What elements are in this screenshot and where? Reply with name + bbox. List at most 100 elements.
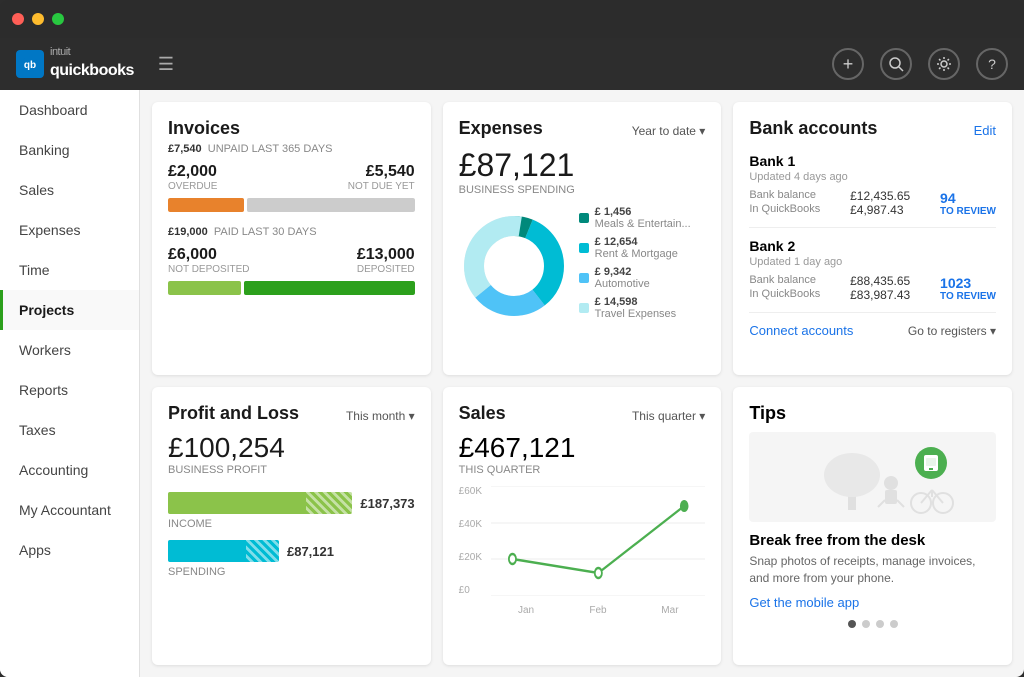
sidebar-item-reports[interactable]: Reports (0, 370, 139, 410)
tips-title: Tips (749, 403, 996, 424)
bar-deposited (244, 281, 415, 295)
sidebar-item-dashboard[interactable]: Dashboard (0, 90, 139, 130)
bank-accounts-card: Bank accounts Edit Bank 1 Updated 4 days… (733, 102, 1012, 375)
main-area: Dashboard Banking Sales Expenses Time Pr… (0, 90, 1024, 677)
sales-amount: £467,121 (459, 432, 706, 464)
sidebar-item-expenses[interactable]: Expenses (0, 210, 139, 250)
expense-item-travel: £ 14,598 Travel Expenses (579, 296, 706, 320)
expenses-total-amount: £87,121 (459, 147, 706, 184)
expense-dot-rent (579, 243, 589, 253)
bank-footer: Connect accounts Go to registers ▾ (749, 323, 996, 338)
sidebar-item-banking[interactable]: Banking (0, 130, 139, 170)
sidebar-item-projects[interactable]: Projects (0, 290, 139, 330)
tips-heading: Break free from the desk (749, 532, 996, 549)
sidebar-item-apps[interactable]: Apps (0, 530, 139, 570)
bank-1-review-label: TO REVIEW (940, 206, 996, 217)
invoices-not-due-amount: £5,540 (348, 163, 415, 181)
sales-header: Sales This quarter ▾ (459, 403, 706, 428)
pl-amount: £100,254 (168, 432, 415, 464)
expenses-card: Expenses Year to date ▾ £87,121 BUSINESS… (443, 102, 722, 375)
app-body: qb intuit quickbooks ☰ + (0, 38, 1024, 677)
pl-spending-label: SPENDING (168, 566, 415, 578)
tips-dot-4[interactable] (890, 620, 898, 628)
invoices-unpaid-label: £7,540 UNPAID LAST 365 DAYS (168, 143, 415, 155)
bank-edit-link[interactable]: Edit (974, 123, 996, 138)
close-button[interactable] (12, 13, 24, 25)
invoices-deposited-amount: £13,000 (357, 246, 415, 264)
bank-1-review-count[interactable]: 94 (940, 190, 996, 206)
bank-2-review-label: TO REVIEW (940, 291, 996, 302)
profit-loss-card: Profit and Loss This month ▾ £100,254 BU… (152, 387, 431, 665)
expense-dot-meals (579, 213, 589, 223)
pl-income-label: INCOME (168, 518, 415, 530)
tips-illustration (749, 432, 996, 522)
connect-accounts-link[interactable]: Connect accounts (749, 323, 853, 338)
titlebar (0, 0, 1024, 38)
expenses-total-label: BUSINESS SPENDING (459, 184, 706, 196)
search-button[interactable] (880, 48, 912, 80)
sidebar-item-accounting[interactable]: Accounting (0, 450, 139, 490)
tips-dot-1[interactable] (848, 620, 856, 628)
invoices-card: Invoices £7,540 UNPAID LAST 365 DAYS £2,… (152, 102, 431, 375)
minimize-button[interactable] (32, 13, 44, 25)
chart-y-axis: £60K £40K £20K £0 (459, 486, 482, 596)
sidebar-item-my-accountant[interactable]: My Accountant (0, 490, 139, 530)
invoices-deposited-row: £6,000 NOT DEPOSITED £13,000 DEPOSITED (168, 246, 415, 275)
invoices-not-deposited-label: NOT DEPOSITED (168, 264, 250, 275)
expense-item-meals: £ 1,456 Meals & Entertain... (579, 206, 706, 230)
pl-income-amount: £187,373 (360, 496, 414, 511)
pl-income-row: £187,373 INCOME (168, 492, 415, 530)
sidebar-item-workers[interactable]: Workers (0, 330, 139, 370)
go-registers-link[interactable]: Go to registers ▾ (908, 324, 996, 338)
header-actions: + ? (832, 48, 1008, 80)
bank-accounts-title: Bank accounts (749, 118, 877, 139)
invoices-paid-label: £19,000 PAID LAST 30 DAYS (168, 226, 415, 238)
sidebar-item-taxes[interactable]: Taxes (0, 410, 139, 450)
tips-dot-3[interactable] (876, 620, 884, 628)
expenses-donut-chart (459, 211, 569, 321)
invoices-not-due-label: NOT DUE YET (348, 181, 415, 192)
bar-not-deposited (168, 281, 241, 295)
app-window: qb intuit quickbooks ☰ + (0, 0, 1024, 677)
sales-period-dropdown[interactable]: This quarter ▾ (632, 409, 705, 423)
bank-2-qb-balance: £83,987.43 (850, 288, 910, 302)
expenses-title: Expenses (459, 118, 543, 139)
logo: qb intuit quickbooks (16, 47, 134, 81)
tips-mobile-link[interactable]: Get the mobile app (749, 595, 996, 610)
pl-title: Profit and Loss (168, 403, 299, 424)
sales-subtitle: THIS QUARTER (459, 464, 706, 476)
add-button[interactable]: + (832, 48, 864, 80)
invoices-bar-unpaid (168, 198, 415, 212)
bank-2-balance: £88,435.65 (850, 274, 910, 288)
expenses-header: Expenses Year to date ▾ (459, 118, 706, 143)
bank-2-updated: Updated 1 day ago (749, 256, 996, 268)
pl-spending-row: £87,121 SPENDING (168, 540, 415, 578)
pl-period-dropdown[interactable]: This month ▾ (346, 409, 415, 423)
tips-dot-2[interactable] (862, 620, 870, 628)
bar-not-due (247, 198, 415, 212)
settings-button[interactable] (928, 48, 960, 80)
sidebar-item-sales[interactable]: Sales (0, 170, 139, 210)
bank-2-review-count[interactable]: 1023 (940, 275, 996, 291)
expenses-period-dropdown[interactable]: Year to date ▾ (632, 124, 706, 138)
expense-dot-travel (579, 303, 589, 313)
sales-title: Sales (459, 403, 506, 424)
menu-button[interactable]: ☰ (158, 54, 174, 75)
invoices-not-deposited-amount: £6,000 (168, 246, 250, 264)
invoices-overdue-label: OVERDUE (168, 181, 217, 192)
chart-x-axis: Jan Feb Mar (491, 605, 706, 616)
bank-2-balance-row: Bank balance In QuickBooks £88,435.65 £8… (749, 274, 996, 302)
bank-1-section: Bank 1 Updated 4 days ago Bank balance I… (749, 153, 996, 228)
help-button[interactable]: ? (976, 48, 1008, 80)
tips-pagination (749, 620, 996, 628)
maximize-button[interactable] (52, 13, 64, 25)
logo-icon: qb (16, 50, 44, 78)
invoices-overdue-row: £2,000 OVERDUE £5,540 NOT DUE YET (168, 163, 415, 192)
svg-text:qb: qb (24, 60, 36, 71)
invoices-bar-paid (168, 281, 415, 295)
pl-spending-amount: £87,121 (287, 544, 334, 559)
sidebar-item-time[interactable]: Time (0, 250, 139, 290)
chart-plot (491, 486, 706, 596)
pl-subtitle: BUSINESS PROFIT (168, 464, 415, 476)
sales-card: Sales This quarter ▾ £467,121 THIS QUART… (443, 387, 722, 665)
